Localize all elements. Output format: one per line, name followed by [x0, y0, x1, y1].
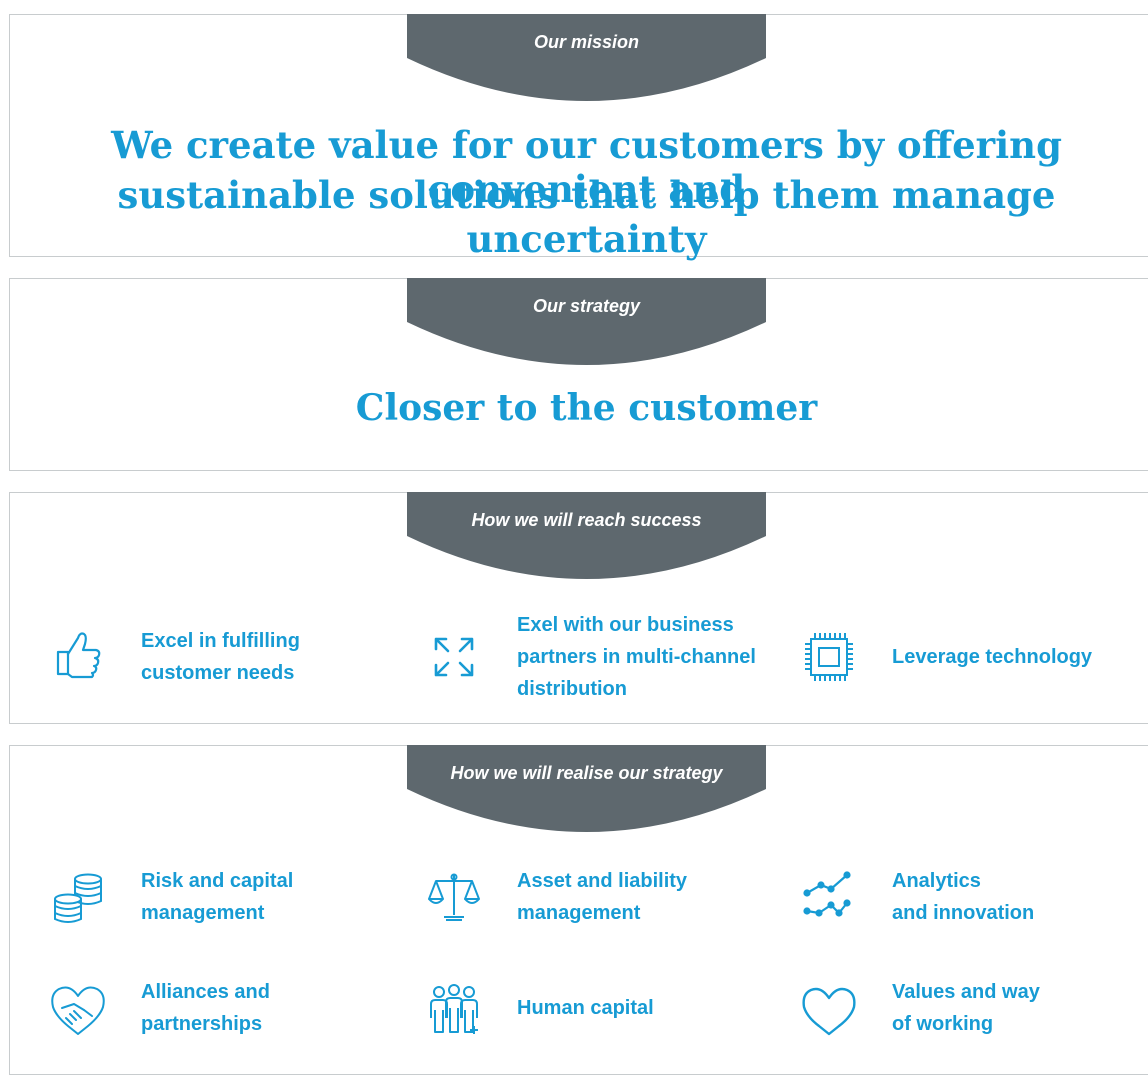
tab-shape: [407, 745, 766, 832]
realise-panel: How we will realise our strategy Risk an…: [9, 745, 1148, 1075]
strategy-tab-label: Our strategy: [532, 296, 641, 316]
success-panel: How we will reach success Excel in fulfi…: [9, 492, 1148, 724]
strategy-tab: Our strategy: [407, 278, 766, 365]
realise-item-label: Asset and liability management: [517, 870, 688, 924]
strategy-panel: Our strategy Closer to the customer: [9, 278, 1148, 471]
realise-item-label: Human capital: [517, 997, 654, 1019]
mission-tab-label: Our mission: [533, 32, 640, 52]
realise-tab: How we will realise our strategy: [407, 745, 766, 832]
tab-shape: [407, 492, 766, 579]
tab-shape: [407, 278, 766, 365]
success-item-label: Exel with our business partners in multi…: [517, 614, 756, 700]
thumbs-up-icon: [56, 632, 101, 679]
expand-arrows-icon: [434, 637, 474, 677]
balance-scale-icon: [428, 873, 480, 921]
handshake-heart-icon: [51, 986, 105, 1035]
line-graph-icon: [803, 871, 851, 917]
mission-panel: Our mission We create value for our cust…: [9, 14, 1148, 261]
tab-shape: [407, 14, 766, 101]
heart-icon: [802, 987, 856, 1036]
coins-stack-icon: [54, 873, 102, 923]
success-tab: How we will reach success: [407, 492, 766, 579]
realise-item-label: Analytics and innovation: [892, 870, 1035, 924]
realise-item-label: Values and way of working: [892, 981, 1040, 1035]
success-item-label: Excel in fulfilling customer needs: [141, 630, 300, 684]
realise-item-label: Risk and capital management: [141, 870, 294, 924]
success-item-label: Leverage technology: [892, 646, 1093, 668]
chip-icon: [805, 633, 853, 681]
mission-statement-line-2: sustainable solutions that help them man…: [117, 173, 1056, 261]
realise-tab-label: How we will realise our strategy: [450, 763, 723, 783]
strategy-headline: Closer to the customer: [355, 387, 818, 429]
success-tab-label: How we will reach success: [471, 510, 702, 530]
mission-tab: Our mission: [407, 14, 766, 101]
people-group-icon: [430, 984, 478, 1034]
realise-item-label: Alliances and partnerships: [141, 981, 270, 1035]
